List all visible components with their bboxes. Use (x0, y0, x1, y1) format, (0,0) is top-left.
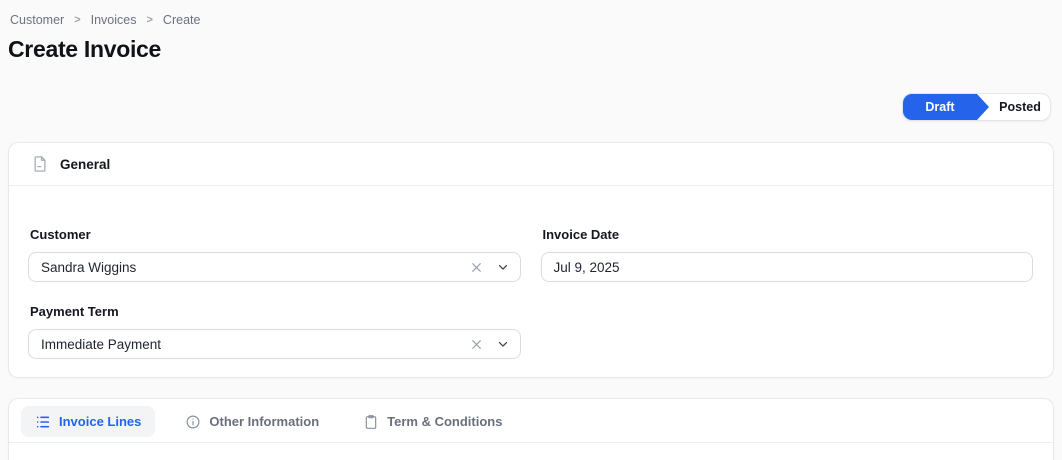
invoice-lines-panel (9, 443, 1053, 460)
payment-term-value: Immediate Payment (41, 336, 162, 352)
breadcrumb-separator: > (146, 14, 153, 26)
invoice-date-field: Invoice Date Jul 9, 2025 (540, 227, 1033, 282)
chevron-down-icon[interactable] (494, 258, 512, 276)
status-stage-draft[interactable]: Draft (903, 94, 989, 120)
chevron-down-icon[interactable] (494, 335, 512, 353)
tabs-header: Invoice Lines Other Information Term & C… (9, 399, 1053, 443)
status-stage-draft-label: Draft (925, 100, 955, 114)
tab-other-information-label: Other Information (209, 414, 320, 429)
breadcrumb: Customer > Invoices > Create (8, 0, 1054, 27)
tab-invoice-lines-label: Invoice Lines (59, 414, 142, 429)
create-invoice-page: Customer > Invoices > Create Create Invo… (0, 0, 1062, 460)
invoice-date-label: Invoice Date (542, 227, 620, 242)
general-card-body: Customer Sandra Wiggins Invoice Date Jul… (9, 186, 1053, 377)
payment-term-select[interactable]: Immediate Payment (28, 329, 521, 359)
document-icon (31, 155, 49, 173)
page-title: Create Invoice (8, 36, 162, 62)
customer-select[interactable]: Sandra Wiggins (28, 252, 521, 282)
invoice-date-input[interactable]: Jul 9, 2025 (540, 252, 1033, 282)
status-widget: Draft Posted (902, 93, 1051, 121)
clipboard-icon (363, 414, 379, 430)
invoice-tabs-card: Invoice Lines Other Information Term & C… (8, 398, 1054, 460)
tab-other-information[interactable]: Other Information (171, 406, 333, 437)
empty-grid-cell (541, 304, 1034, 359)
general-card-title: General (60, 156, 111, 172)
list-icon (35, 414, 51, 430)
status-stage-posted-label: Posted (999, 100, 1041, 114)
customer-label: Customer (30, 227, 91, 242)
breadcrumb-separator: > (74, 14, 81, 26)
clear-x-icon[interactable] (468, 336, 485, 353)
info-icon (185, 414, 201, 430)
payment-term-label: Payment Term (30, 304, 119, 319)
tab-term-conditions-label: Term & Conditions (387, 414, 503, 429)
breadcrumb-item-customer[interactable]: Customer (10, 13, 64, 27)
breadcrumb-item-invoices[interactable]: Invoices (91, 13, 137, 27)
breadcrumb-item-create: Create (162, 13, 201, 27)
status-row: Draft Posted (8, 93, 1054, 121)
general-card: General Customer Sandra Wiggins Invoice … (8, 142, 1054, 378)
status-stage-posted[interactable]: Posted (990, 94, 1050, 120)
tab-term-conditions[interactable]: Term & Conditions (349, 406, 516, 437)
tab-invoice-lines[interactable]: Invoice Lines (21, 406, 156, 437)
customer-field: Customer Sandra Wiggins (28, 227, 521, 282)
invoice-date-value: Jul 9, 2025 (553, 259, 620, 275)
customer-value: Sandra Wiggins (41, 259, 137, 275)
payment-term-field: Payment Term Immediate Payment (28, 304, 521, 359)
clear-x-icon[interactable] (468, 259, 485, 276)
general-card-header: General (9, 143, 1053, 186)
